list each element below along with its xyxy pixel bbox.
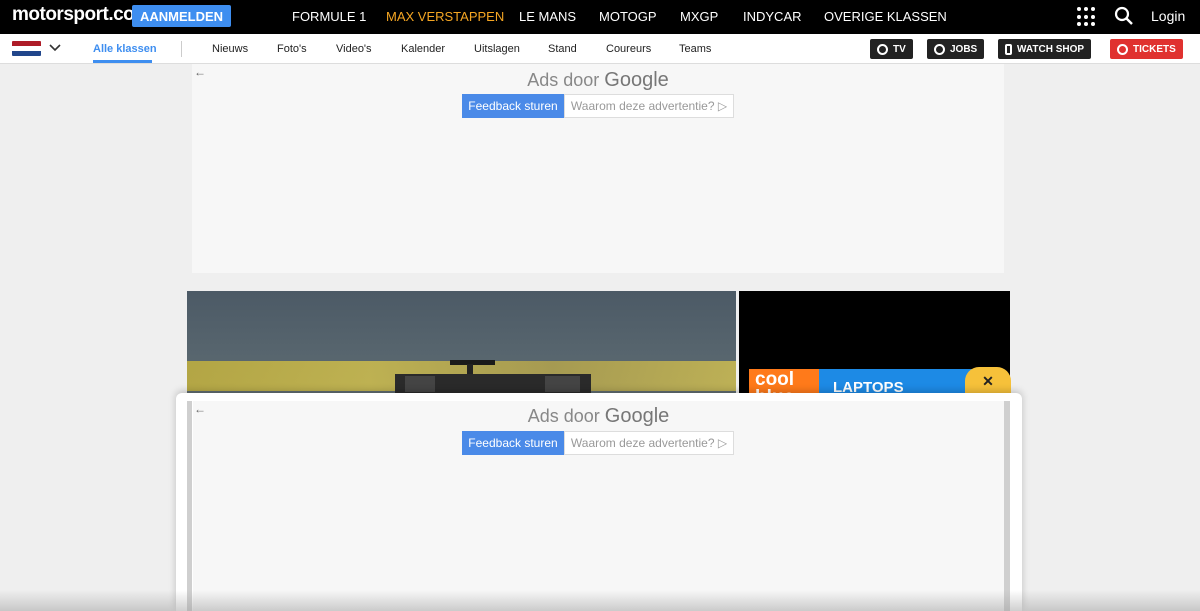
subnav-uitslagen[interactable]: Uitslagen xyxy=(474,43,520,55)
netherlands-flag-icon[interactable] xyxy=(12,41,41,56)
feedback-button[interactable]: Feedback sturen xyxy=(462,94,564,118)
jobs-label: JOBS xyxy=(950,43,978,55)
bottom-shadow xyxy=(0,590,1200,611)
subnav-stand[interactable]: Stand xyxy=(548,43,577,55)
subnav-videos[interactable]: Video's xyxy=(336,43,372,55)
jobs-button[interactable]: JOBS xyxy=(927,39,985,59)
ads-by-google-title: Ads door Google xyxy=(193,405,1004,428)
signup-button[interactable]: AANMELDEN xyxy=(132,5,231,27)
nav-max-verstappen[interactable]: MAX VERSTAPPEN xyxy=(386,9,504,24)
subnav-kalender[interactable]: Kalender xyxy=(401,43,445,55)
ads-title-prefix: Ads door xyxy=(527,406,600,426)
subnav-alle-klassen[interactable]: Alle klassen xyxy=(93,43,157,55)
watch-shop-button[interactable]: WATCH SHOP xyxy=(998,39,1092,59)
chevron-down-icon[interactable] xyxy=(48,41,62,55)
gear-icon xyxy=(877,43,888,55)
search-icon[interactable] xyxy=(1114,6,1134,26)
subnav-fotos[interactable]: Foto's xyxy=(277,43,307,55)
subnav-divider xyxy=(181,41,182,57)
tickets-label: TICKETS xyxy=(1133,43,1176,55)
race-car-icon xyxy=(395,360,591,398)
google-brand: Google xyxy=(604,405,670,427)
watch-icon xyxy=(1005,43,1012,55)
top-ad-block: ← Ads door Google Feedback sturen Waarom… xyxy=(192,64,1004,273)
bottom-ad-block: ← Ads door Google Feedback sturen Waarom… xyxy=(193,401,1004,611)
why-this-ad-button[interactable]: Waarom deze advertentie? ▷ xyxy=(564,94,734,118)
feedback-button[interactable]: Feedback sturen xyxy=(462,431,564,455)
tickets-button[interactable]: TICKETS xyxy=(1110,39,1183,59)
ads-by-google-title: Ads door Google xyxy=(192,69,1004,92)
ads-title-prefix: Ads door xyxy=(527,70,600,90)
why-this-ad-button[interactable]: Waarom deze advertentie? ▷ xyxy=(564,431,734,455)
subnav-coureurs[interactable]: Coureurs xyxy=(606,43,651,55)
nav-formule-1[interactable]: FORMULE 1 xyxy=(292,9,366,24)
tv-button[interactable]: TV xyxy=(870,39,913,59)
close-ad-button[interactable]: ✕ xyxy=(965,367,1011,395)
nav-indycar[interactable]: INDYCAR xyxy=(743,9,802,24)
login-link[interactable]: Login xyxy=(1151,8,1185,24)
overlay-edge-right xyxy=(1004,401,1010,611)
google-brand: Google xyxy=(604,69,669,91)
tv-label: TV xyxy=(893,43,906,55)
nav-le-mans[interactable]: LE MANS xyxy=(519,9,576,24)
jobs-icon xyxy=(934,43,945,55)
nav-mxgp[interactable]: MXGP xyxy=(680,9,718,24)
nav-motogp[interactable]: MOTOGP xyxy=(599,9,657,24)
watch-shop-label: WATCH SHOP xyxy=(1017,43,1085,55)
top-navbar: motorsport.com AANMELDEN FORMULE 1 MAX V… xyxy=(0,0,1200,34)
active-tab-indicator xyxy=(93,60,152,63)
subnav-nieuws[interactable]: Nieuws xyxy=(212,43,248,55)
subnav-teams[interactable]: Teams xyxy=(679,43,711,55)
overlay-edge-left xyxy=(187,401,192,611)
site-logo[interactable]: motorsport.com xyxy=(12,4,151,26)
apps-grid-icon[interactable] xyxy=(1077,7,1097,27)
nav-overige-klassen[interactable]: OVERIGE KLASSEN xyxy=(824,9,947,24)
ticket-icon xyxy=(1117,43,1128,55)
